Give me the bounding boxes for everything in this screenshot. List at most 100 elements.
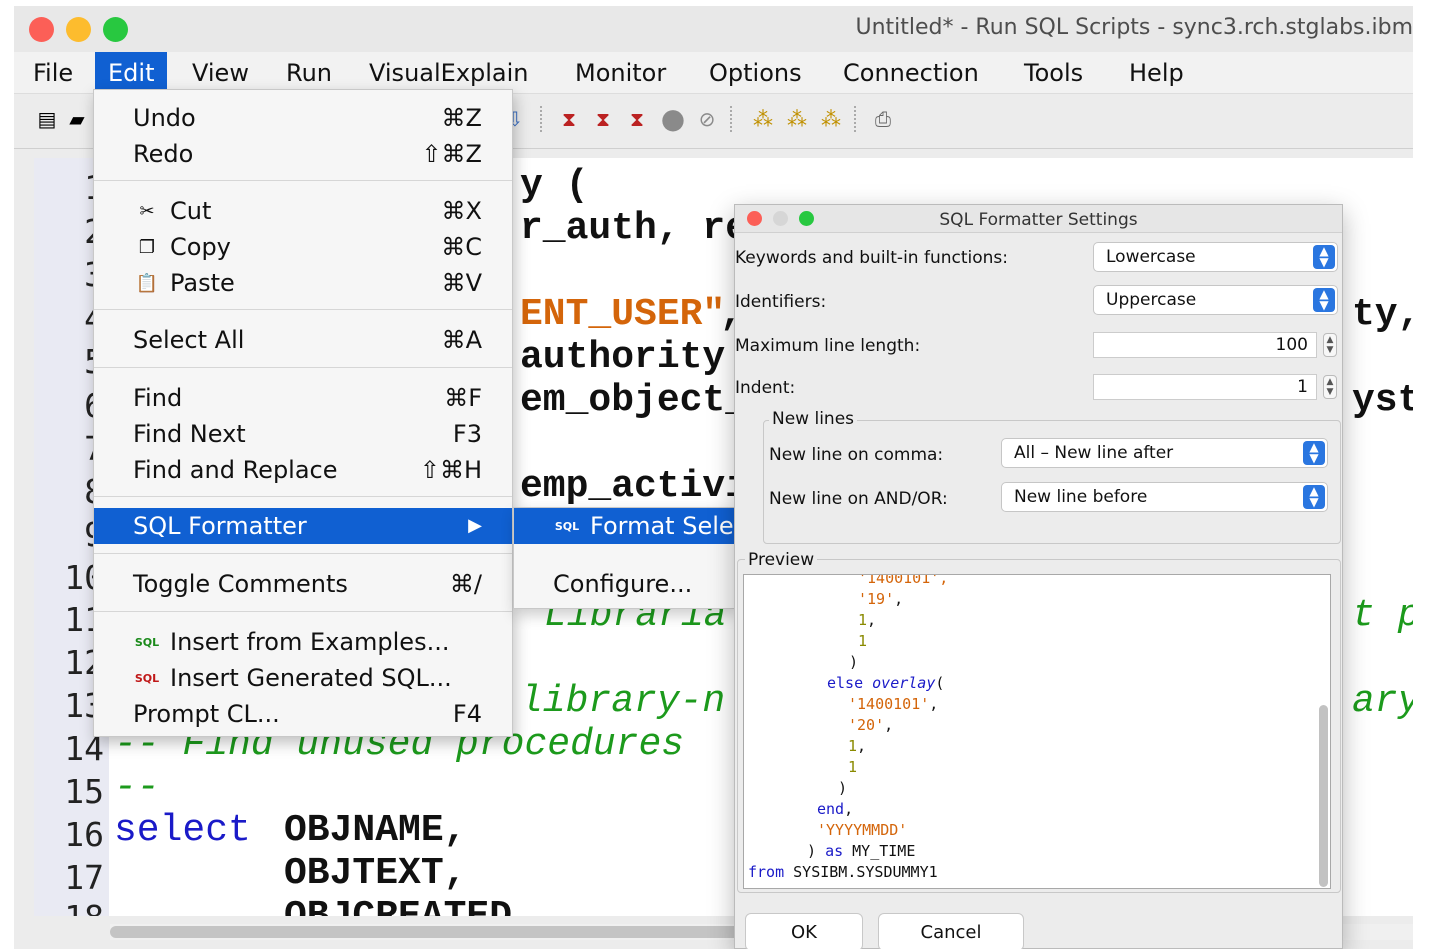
menu-item-shortcut: ⇧⌘H <box>419 456 482 484</box>
menu-item-redo[interactable]: Redo ⇧⌘Z <box>94 136 512 172</box>
input-value: 1 <box>1297 377 1308 397</box>
menu-item-label: Copy <box>170 233 231 261</box>
menu-item-cut[interactable]: ✂ Cut ⌘X <box>94 193 512 229</box>
preview-line: 1 <box>848 758 858 776</box>
menu-item-insert-generated[interactable]: SQL Insert Generated SQL... <box>94 660 512 696</box>
menu-monitor[interactable]: Monitor <box>562 52 679 94</box>
menu-item-label: Undo <box>133 104 196 132</box>
new-line-on-comma-select[interactable]: All – New line after ▲ ▼ <box>1001 438 1328 468</box>
menu-item-label: Select All <box>133 326 245 354</box>
submenu-item-configure[interactable]: Configure... <box>514 566 734 602</box>
max-line-length-stepper[interactable]: ▲ ▼ <box>1323 333 1337 357</box>
explain-icon[interactable]: ⁂ <box>750 106 776 132</box>
minimize-window-button[interactable] <box>66 17 91 42</box>
menu-item-copy[interactable]: ❐ Copy ⌘C <box>94 229 512 265</box>
menu-item-select-all[interactable]: Select All ⌘A <box>94 322 512 358</box>
preview-label: Preview <box>745 550 818 570</box>
select-value: Lowercase <box>1106 247 1196 267</box>
window-title: Untitled* - Run SQL Scripts - sync3.rch.… <box>855 15 1413 40</box>
menu-separator <box>94 611 512 612</box>
menu-visualexplain[interactable]: VisualExplain <box>356 52 542 94</box>
sql-generate-icon: SQL <box>134 672 160 685</box>
indent-stepper[interactable]: ▲ ▼ <box>1323 375 1337 399</box>
preview-pane[interactable]: '1400101', '19', 1, 1 ) else overlay( '1… <box>743 574 1331 889</box>
code-line: OBJTEXT, <box>284 852 467 895</box>
preview-keyword: from <box>748 863 785 881</box>
select-value: All – New line after <box>1014 443 1174 463</box>
preview-line: 1, <box>848 737 867 755</box>
preview-keyword: end <box>817 800 845 818</box>
ok-button[interactable]: OK <box>745 913 863 949</box>
identifiers-case-select[interactable]: Uppercase ▲ ▼ <box>1093 285 1338 315</box>
new-file-icon[interactable]: ▤ <box>34 106 60 132</box>
menu-item-find-replace[interactable]: Find and Replace ⇧⌘H <box>94 452 512 488</box>
menu-run[interactable]: Run <box>273 52 345 94</box>
keywords-case-select[interactable]: Lowercase ▲ ▼ <box>1093 242 1338 272</box>
input-value: 100 <box>1275 335 1308 355</box>
visual-explain-icon[interactable]: ⁂ <box>818 106 844 132</box>
indent-input[interactable]: 1 <box>1093 374 1317 400</box>
run-all-icon[interactable]: ⧗ <box>556 106 582 132</box>
run-and-explain-icon[interactable]: ⁂ <box>784 106 810 132</box>
sql-formatter-settings-dialog: SQL Formatter Settings Keywords and buil… <box>734 204 1343 949</box>
menu-item-label: Format Sele <box>590 512 734 540</box>
menu-edit[interactable]: Edit <box>95 52 168 94</box>
copy-icon: ❐ <box>138 237 156 258</box>
stop-icon[interactable]: ● <box>660 105 686 133</box>
menu-tools[interactable]: Tools <box>1011 52 1096 94</box>
menu-item-find[interactable]: Find ⌘F <box>94 380 512 416</box>
code-line: yst <box>1352 379 1413 422</box>
menu-item-label: Redo <box>133 140 194 168</box>
code-string: ENT_USER" <box>520 293 726 336</box>
toolbar-separator <box>540 106 542 132</box>
menu-item-sql-formatter[interactable]: SQL Formatter ▶ <box>94 508 512 544</box>
menu-item-paste[interactable]: 📋 Paste ⌘V <box>94 265 512 301</box>
menu-connection[interactable]: Connection <box>830 52 992 94</box>
cancel-button[interactable]: Cancel <box>878 913 1024 949</box>
identifiers-label: Identifiers: <box>735 292 827 312</box>
close-window-button[interactable] <box>29 17 54 42</box>
menu-separator <box>94 553 512 554</box>
preview-identifier: SYSIBM.SYSDUMMY1 <box>793 863 938 881</box>
preview-function: overlay <box>872 674 936 692</box>
zoom-window-button[interactable] <box>103 17 128 42</box>
preview-string: '1400101' <box>848 695 930 713</box>
menu-help[interactable]: Help <box>1116 52 1197 94</box>
menu-view[interactable]: View <box>179 52 262 94</box>
chevron-updown-icon: ▲ ▼ <box>1303 485 1325 509</box>
scissors-icon: ✂ <box>139 201 155 222</box>
preview-line: '1400101', <box>848 695 939 713</box>
menu-options[interactable]: Options <box>696 52 815 94</box>
menu-item-label: Find Next <box>133 420 246 448</box>
sql-examples-icon: SQL <box>134 636 160 649</box>
code-line: OBJCREATED <box>284 895 512 916</box>
new-line-on-and-or-select[interactable]: New line before ▲ ▼ <box>1001 482 1328 512</box>
select-value: Uppercase <box>1106 290 1197 310</box>
menu-item-prompt-cl[interactable]: Prompt CL... F4 <box>94 696 512 732</box>
menu-item-toggle-comments[interactable]: Toggle Comments ⌘/ <box>94 566 512 602</box>
code-line: emp_activi <box>520 465 749 508</box>
preview-line: ) as MY_TIME <box>807 842 915 860</box>
run-from-selected-icon[interactable]: ⧗ <box>590 106 616 132</box>
menu-item-find-next[interactable]: Find Next F3 <box>94 416 512 452</box>
menu-item-insert-examples[interactable]: SQL Insert from Examples... <box>94 624 512 660</box>
edit-menu-dropdown: Undo ⌘Z Redo ⇧⌘Z ✂ Cut ⌘X ❐ Copy ⌘C 📋 Pa… <box>93 89 513 737</box>
preview-scrollbar-thumb[interactable] <box>1319 705 1328 887</box>
print-icon[interactable]: ⎙ <box>870 106 896 132</box>
menu-item-shortcut: ⌘A <box>441 326 482 354</box>
open-file-icon[interactable]: ▰ <box>64 106 90 132</box>
preview-number: 1 <box>858 611 868 629</box>
menu-item-label: Prompt CL... <box>133 700 280 728</box>
submenu-item-format-selected[interactable]: SQL Format Sele <box>514 508 734 544</box>
menu-item-label: Insert Generated SQL... <box>170 664 452 692</box>
menu-separator <box>94 367 512 368</box>
scrollbar-thumb[interactable] <box>110 926 750 938</box>
menu-file[interactable]: File <box>20 52 86 94</box>
dialog-title-bar: SQL Formatter Settings <box>735 205 1342 233</box>
max-line-length-input[interactable]: 100 <box>1093 332 1317 358</box>
menu-item-undo[interactable]: Undo ⌘Z <box>94 100 512 136</box>
code-comment: -- <box>114 766 160 809</box>
preview-line: '1400101', <box>858 574 949 587</box>
run-selected-icon[interactable]: ⧗ <box>624 106 650 132</box>
cancel-request-icon[interactable]: ⊘ <box>694 106 720 132</box>
